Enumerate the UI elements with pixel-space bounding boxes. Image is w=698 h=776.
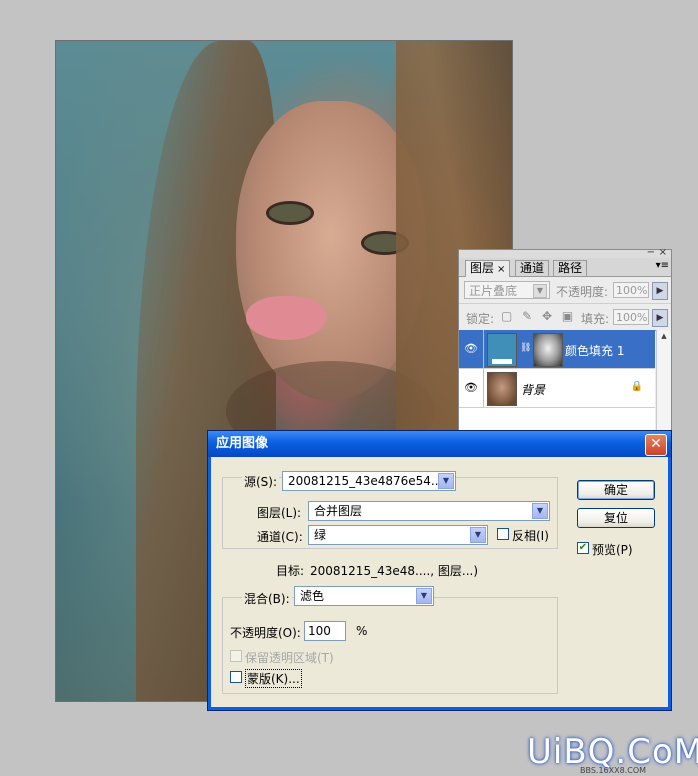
opacity-field[interactable]: 100% xyxy=(613,282,649,298)
chevron-down-icon: ▼ xyxy=(438,473,454,489)
lock-icon: 🔒 xyxy=(630,381,643,392)
source-label: 源(S): xyxy=(242,473,280,490)
tab-paths[interactable]: 路径 xyxy=(553,260,588,276)
source-select[interactable]: 20081215_43e4876e54... ▼ xyxy=(282,471,456,491)
tab-channels[interactable]: 通道 xyxy=(515,260,550,276)
watermark-url: BBS.16XX8.COM xyxy=(580,766,647,775)
fill-flyout-arrow[interactable]: ▶ xyxy=(652,309,668,327)
apply-image-dialog: 应用图像 ✕ 源(S): 20081215_43e4876e54... ▼ 图层… xyxy=(207,430,672,711)
panel-close-button[interactable]: × xyxy=(659,247,667,258)
mask-thumbnail xyxy=(533,333,563,367)
mask-label[interactable]: 蒙版(K)... xyxy=(245,669,302,688)
blend-label: 混合(B): xyxy=(242,590,292,607)
ok-button[interactable]: 确定 xyxy=(577,480,655,500)
preview-checkbox[interactable]: ✔ xyxy=(577,542,589,554)
blend-select[interactable]: 滤色 ▼ xyxy=(294,586,434,606)
layer-name: 颜色填充 1 xyxy=(565,344,625,358)
opacity-label: 不透明度: xyxy=(556,285,609,299)
layer-select[interactable]: 合并图层 ▼ xyxy=(308,501,550,521)
layer-name: 背景 xyxy=(521,383,546,397)
tab-label: 图层 xyxy=(470,261,495,275)
tab-close-icon[interactable]: × xyxy=(497,264,505,275)
fill-field[interactable]: 100% xyxy=(613,309,649,325)
scroll-up-icon[interactable]: ▲ xyxy=(659,332,669,342)
panel-menu-icon[interactable]: ▾≡ xyxy=(656,260,669,271)
background-thumbnail xyxy=(487,372,517,406)
layers-scrollbar[interactable]: ▲ xyxy=(656,330,671,434)
blend-row: 正片叠底 ▼ 不透明度: 100% ▶ xyxy=(459,277,671,304)
reset-button[interactable]: 复位 xyxy=(577,508,655,528)
invert-label[interactable]: 反相(I) xyxy=(512,527,549,544)
layer-list: 👁 ⛓ 颜色填充 1 👁 背景 🔒 xyxy=(459,330,655,434)
opacity-input[interactable]: 100 xyxy=(304,621,346,641)
chevron-down-icon: ▼ xyxy=(470,527,486,543)
preserve-transparency-label: 保留透明区域(T) xyxy=(245,651,334,665)
source-value: 20081215_43e4876e54... xyxy=(288,474,443,488)
eye-icon[interactable]: 👁 xyxy=(459,330,484,368)
opacity-label: 不透明度(O): xyxy=(230,626,301,640)
panel-titlebar: − × xyxy=(459,247,671,258)
lock-icons[interactable]: ▢ ✎ ✥ ▣ xyxy=(501,309,576,323)
tab-label: 路径 xyxy=(558,261,583,275)
layer-row-color-fill[interactable]: 👁 ⛓ 颜色填充 1 xyxy=(459,330,655,369)
target-label: 目标: xyxy=(276,564,305,578)
tab-layers[interactable]: 图层 × xyxy=(465,260,511,277)
layer-value: 合并图层 xyxy=(314,504,363,518)
target-value: 20081215_43e48...., 图层...) xyxy=(310,564,479,578)
preview-label[interactable]: 预览(P) xyxy=(592,541,633,558)
chevron-down-icon: ▼ xyxy=(533,284,547,298)
fill-thumbnail xyxy=(487,333,517,367)
link-icon[interactable]: ⛓ xyxy=(520,343,531,353)
panel-minimize-button[interactable]: − xyxy=(647,247,655,258)
preserve-transparency-checkbox[interactable] xyxy=(230,650,242,662)
layer-label: 图层(L): xyxy=(257,506,302,520)
mask-checkbox[interactable] xyxy=(230,671,242,683)
chevron-down-icon: ▼ xyxy=(532,503,548,519)
dialog-title: 应用图像 xyxy=(216,436,269,451)
eye-icon[interactable]: 👁 xyxy=(459,369,484,407)
photo-lips xyxy=(246,296,326,340)
photo-eye-left xyxy=(266,201,314,225)
dialog-close-button[interactable]: ✕ xyxy=(645,434,667,456)
channel-select[interactable]: 绿 ▼ xyxy=(308,525,488,545)
channel-label: 通道(C): xyxy=(257,530,303,544)
channel-value: 绿 xyxy=(314,528,327,542)
panel-tabs: 图层 × 通道 路径 ▾≡ xyxy=(459,258,671,277)
lock-label: 锁定: xyxy=(466,312,495,326)
layers-panel: − × 图层 × 通道 路径 ▾≡ 正片叠底 ▼ 不透明度: 100% ▶ 锁定:… xyxy=(458,247,672,436)
chevron-down-icon: ▼ xyxy=(416,588,432,604)
fill-label: 填充: xyxy=(581,312,610,326)
opacity-unit: % xyxy=(356,624,368,638)
invert-checkbox[interactable] xyxy=(497,528,509,540)
blend-value: 滤色 xyxy=(300,589,325,603)
layer-row-background[interactable]: 👁 背景 🔒 xyxy=(459,369,655,408)
blend-mode-select[interactable]: 正片叠底 ▼ xyxy=(464,281,550,299)
blend-mode-value: 正片叠底 xyxy=(469,284,518,298)
opacity-flyout-arrow[interactable]: ▶ xyxy=(652,282,668,300)
tab-label: 通道 xyxy=(520,261,545,275)
dialog-titlebar[interactable]: 应用图像 ✕ xyxy=(208,431,671,457)
lock-row: 锁定: ▢ ✎ ✥ ▣ 填充: 100% ▶ xyxy=(459,304,671,331)
